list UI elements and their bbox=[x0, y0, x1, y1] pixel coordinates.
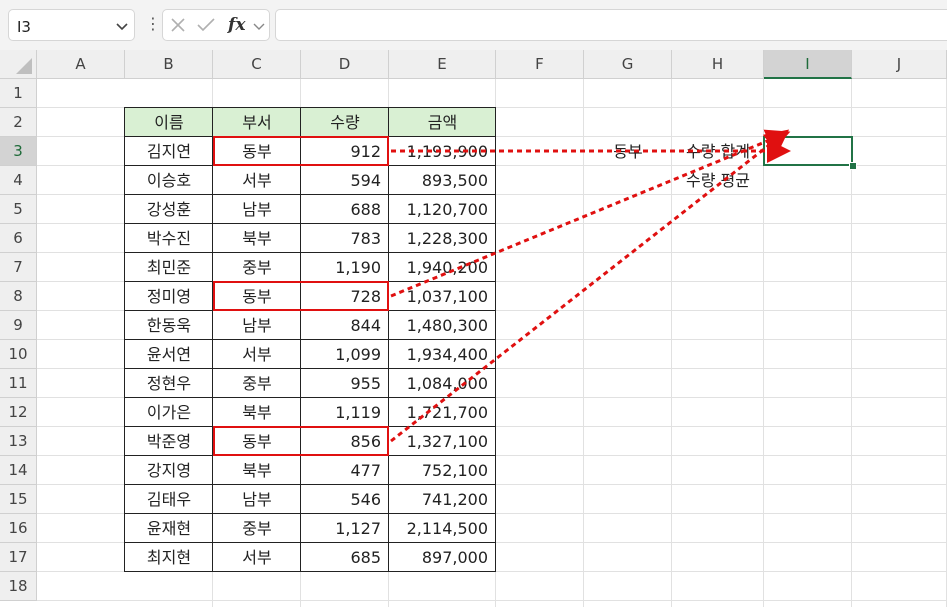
annotation-arrows bbox=[390, 129, 791, 443]
more-options-icon[interactable]: ⋮ bbox=[145, 14, 161, 34]
arrow-row13 bbox=[390, 129, 790, 443]
chevron-down-icon[interactable] bbox=[253, 20, 265, 32]
worksheet-grid[interactable]: ABCDEFGHIJ 1 2 3 4 5 6 7 8 9 10 11 12 13 14 15 16 17 18 이… bbox=[0, 50, 947, 607]
name-box[interactable]: I3 bbox=[8, 9, 135, 41]
cancel-icon[interactable] bbox=[171, 18, 185, 32]
insert-function-icon[interactable]: fx bbox=[228, 15, 245, 35]
chevron-down-icon[interactable] bbox=[116, 20, 128, 32]
name-box-value: I3 bbox=[17, 18, 31, 36]
formula-input[interactable] bbox=[275, 9, 947, 41]
formula-actions: fx bbox=[162, 9, 270, 41]
enter-check-icon[interactable] bbox=[197, 18, 215, 32]
arrow-row8 bbox=[390, 129, 791, 298]
formula-bar: I3 ⋮ fx bbox=[0, 0, 947, 50]
